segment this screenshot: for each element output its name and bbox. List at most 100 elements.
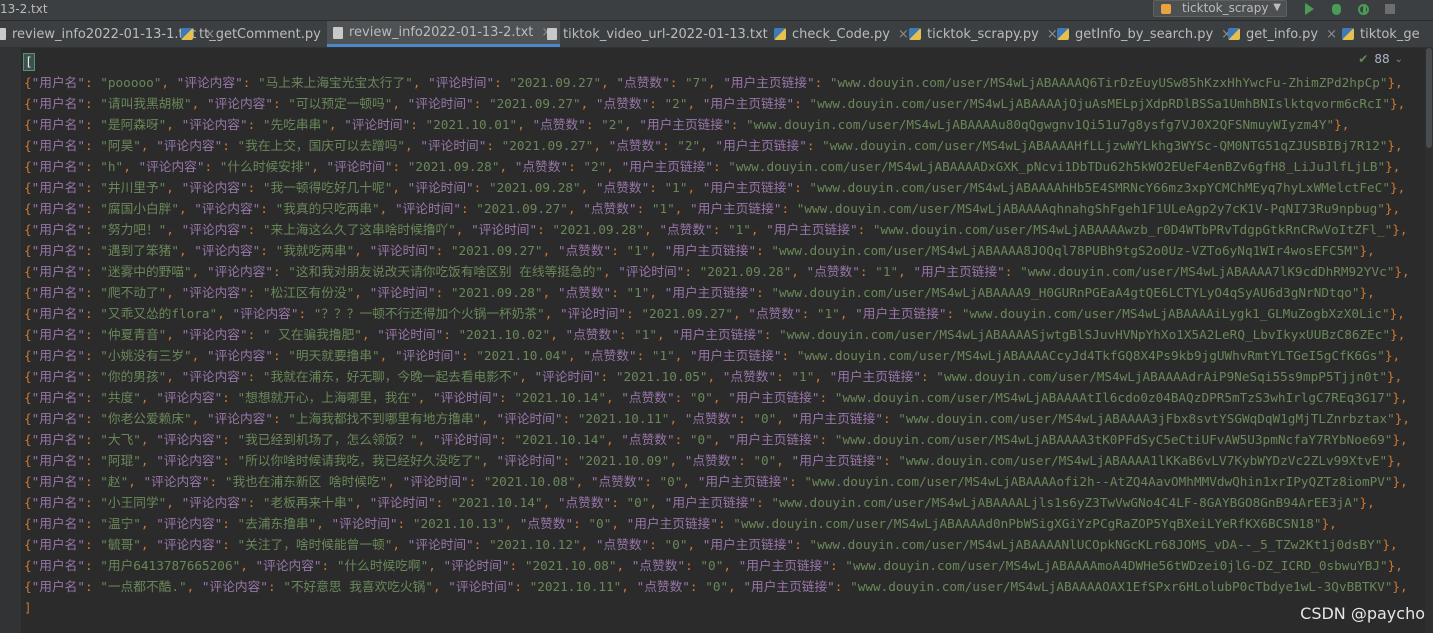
quote: " bbox=[592, 369, 601, 384]
quote: " bbox=[133, 516, 141, 531]
tab-check-code[interactable]: check_Code.py × bbox=[768, 21, 917, 47]
scrollbar-thumb[interactable] bbox=[1426, 48, 1432, 148]
quote: " bbox=[572, 96, 581, 111]
colon: : bbox=[882, 411, 899, 426]
json-key: 点赞数 bbox=[692, 453, 731, 468]
tab-tiktok-video-url[interactable]: tiktok_video_url-2022-01-13.txt × bbox=[541, 21, 795, 47]
quote: " bbox=[290, 306, 299, 321]
json-key: 点赞数 bbox=[598, 474, 637, 489]
tab-review-info-2[interactable]: review_info2022-01-13-2.txt × bbox=[327, 21, 561, 47]
quote: " bbox=[100, 201, 108, 216]
code-line: {"用户名": "阿琨", "评论内容": "所以你啥时候请我吃，我已经好久没吃… bbox=[24, 450, 1410, 471]
json-key: 点赞数 bbox=[814, 264, 853, 279]
quote: " bbox=[100, 159, 108, 174]
quote: " bbox=[852, 264, 860, 279]
comma: , bbox=[140, 390, 157, 405]
tab-ticktok-scrapy[interactable]: ticktok_scrapy.py × bbox=[903, 21, 1066, 47]
colon: : bbox=[272, 96, 289, 111]
quote: " bbox=[171, 243, 179, 258]
json-value: 2021.09.28 bbox=[496, 180, 573, 195]
json-value: 2021.10.11 bbox=[537, 579, 614, 594]
quote: " bbox=[723, 117, 731, 132]
comma: , bbox=[412, 75, 429, 90]
tab-tiktok-ge[interactable]: tiktok_ge bbox=[1336, 21, 1420, 47]
tab-get-info[interactable]: get_info.py × bbox=[1222, 21, 1345, 47]
comma: , bbox=[567, 201, 584, 216]
comma: , bbox=[217, 306, 233, 321]
quote: " bbox=[410, 390, 418, 405]
run-button[interactable] bbox=[1299, 0, 1319, 18]
quote: " bbox=[689, 432, 698, 447]
code-line: {"用户名": "大飞", "评论内容": "我已经到机场了，怎么领饭？", "… bbox=[24, 429, 1410, 450]
brace: }, bbox=[1392, 390, 1408, 405]
json-value: 0 bbox=[667, 474, 675, 489]
stop-button[interactable] bbox=[1380, 0, 1400, 18]
quote: " bbox=[699, 369, 708, 384]
quote: " bbox=[616, 75, 625, 90]
json-key: 用户主页链接 bbox=[672, 243, 749, 258]
json-value: 2021.10.14 bbox=[521, 432, 599, 447]
comma: , bbox=[186, 579, 202, 594]
json-key: 点赞数 bbox=[565, 285, 604, 300]
quote: " bbox=[685, 75, 693, 90]
quote: " bbox=[666, 432, 675, 447]
editor-lines: [ {"用户名": "pooooo", "评论内容": "马上来上海宝光宝太行了… bbox=[23, 51, 1410, 618]
quote: " bbox=[786, 96, 795, 111]
brace: }, bbox=[1382, 537, 1398, 552]
vertical-scrollbar[interactable] bbox=[1425, 48, 1433, 633]
colon: : bbox=[247, 369, 263, 384]
comma: , bbox=[542, 285, 558, 300]
quote: " bbox=[794, 306, 802, 321]
text-file-icon bbox=[547, 28, 557, 40]
colon: : bbox=[410, 117, 426, 132]
window-title: 13-2.txt bbox=[0, 2, 48, 16]
run-config-dropdown[interactable]: ticktok_scrapy ▼ bbox=[1153, 0, 1287, 17]
json-key: 点赞数 bbox=[666, 222, 706, 237]
quote: " bbox=[628, 201, 637, 216]
brace: }, bbox=[1385, 159, 1401, 174]
colon: : bbox=[649, 180, 665, 195]
comma: , bbox=[580, 537, 596, 552]
quote: " bbox=[590, 474, 599, 489]
brace: { bbox=[24, 243, 32, 258]
json-key: 评论时间 bbox=[377, 243, 428, 258]
brace: }, bbox=[1334, 117, 1350, 132]
brace: { bbox=[24, 306, 32, 321]
tab-label: review_info2022-01-13-2.txt bbox=[349, 25, 534, 40]
json-value: www.douyin.com/user/MS4wLjABAAAADxGXK_pN… bbox=[735, 159, 1378, 174]
quote: " bbox=[138, 159, 147, 174]
json-key: 评论时间 bbox=[440, 432, 492, 447]
quote: " bbox=[100, 537, 108, 552]
comma: , bbox=[191, 264, 207, 279]
debug-button[interactable] bbox=[1326, 0, 1346, 18]
json-key: 评论内容 bbox=[209, 579, 261, 594]
json-key: 评论时间 bbox=[567, 306, 619, 321]
comma: , bbox=[593, 138, 609, 153]
json-key: 用户主页链接 bbox=[837, 369, 914, 384]
json-key: 用户主页链接 bbox=[634, 516, 711, 531]
quote: " bbox=[265, 411, 273, 426]
quote: " bbox=[534, 369, 543, 384]
editor-area[interactable]: ✔ 88 ⌄ [ {"用户名": "pooooo", "评论内容": "马上来上… bbox=[0, 48, 1433, 633]
json-value: 2021.10.14 bbox=[458, 495, 535, 510]
quote: " bbox=[262, 180, 271, 195]
quote: " bbox=[496, 411, 505, 426]
comma: , bbox=[550, 327, 566, 342]
colon: : bbox=[819, 390, 835, 405]
code-line: {"用户名": "又乖又怂的flora", "评论内容": "？？？一顿不行还得… bbox=[24, 303, 1410, 324]
json-key: 评论时间 bbox=[339, 516, 390, 531]
comma: , bbox=[517, 117, 533, 132]
quote: " bbox=[466, 180, 474, 195]
colon: : bbox=[84, 474, 101, 489]
brace: { bbox=[24, 264, 32, 279]
quote: " bbox=[262, 327, 271, 342]
json-value: 2021.09.28 bbox=[458, 285, 535, 300]
quote: " bbox=[201, 579, 210, 594]
quote: " bbox=[283, 579, 291, 594]
coverage-button[interactable] bbox=[1353, 0, 1373, 18]
comma: , bbox=[700, 138, 716, 153]
tab-tt-getcomment[interactable]: tt_getComment.py × bbox=[175, 21, 348, 47]
quote: " bbox=[583, 348, 591, 363]
tab-getinfo-by-search[interactable]: getInfo_by_search.py × bbox=[1051, 21, 1240, 47]
colon: : bbox=[84, 117, 101, 132]
